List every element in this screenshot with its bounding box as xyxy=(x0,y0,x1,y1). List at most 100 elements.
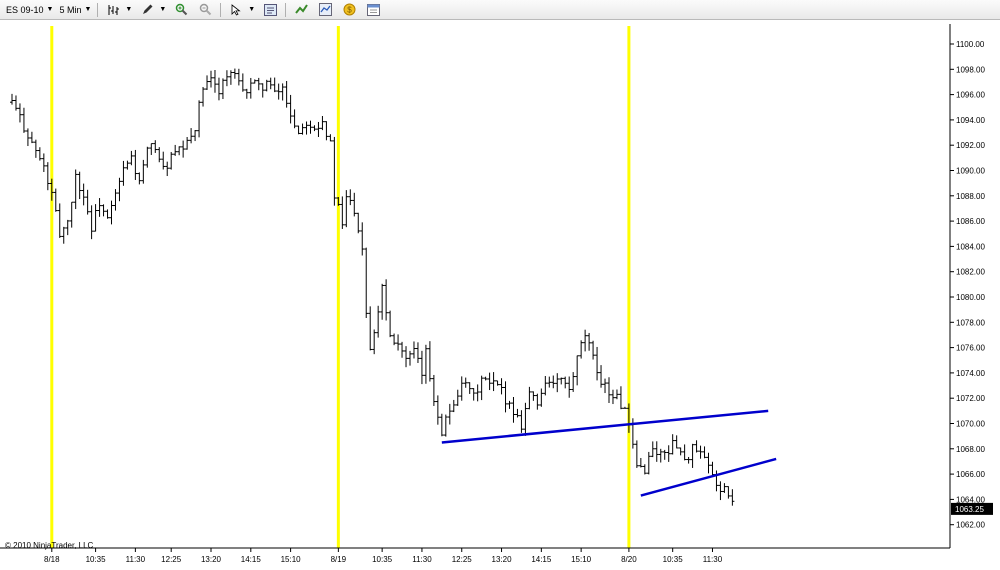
interval-label: 5 Min xyxy=(59,4,82,15)
ohlc-bar xyxy=(360,222,365,256)
ohlc-bar xyxy=(634,440,639,468)
ohlc-bar xyxy=(308,120,313,134)
zoom-out-icon xyxy=(198,3,212,17)
ohlc-bar xyxy=(710,461,715,476)
ohlc-bar xyxy=(408,350,412,366)
ohlc-bar xyxy=(121,160,126,186)
toolbar-divider xyxy=(97,2,99,17)
ohlc-bar xyxy=(419,350,424,385)
zoom-out-button[interactable] xyxy=(193,2,217,18)
price-tick-label: 1084.00 xyxy=(956,242,985,251)
ohlc-bar xyxy=(268,77,273,90)
ohlc-bar xyxy=(694,440,699,453)
pointer-icon xyxy=(229,3,243,17)
time-tick-label: 14:15 xyxy=(531,555,552,564)
ohlc-bar xyxy=(189,128,194,144)
properties-button[interactable] xyxy=(258,2,282,18)
ohlc-bar xyxy=(85,189,90,215)
ohlc-bar xyxy=(427,341,432,382)
instrument-label: ES 09-10 xyxy=(6,4,44,15)
ohlc-bar xyxy=(384,279,389,321)
ohlc-bar xyxy=(642,464,647,475)
bar-style-button[interactable]: ▼ xyxy=(101,2,135,18)
chart-toolbar: ES 09-10 ▼ 5 Min ▼ ▼ ▼ ▼ $ xyxy=(0,0,1000,20)
ohlc-bar xyxy=(610,389,615,405)
ohlc-bar xyxy=(348,189,353,206)
ohlc-bar xyxy=(583,329,588,352)
ohlc-bar xyxy=(503,381,508,413)
zoom-in-icon xyxy=(174,3,188,17)
ohlc-bar xyxy=(149,143,154,155)
chart-trader-icon xyxy=(366,3,380,17)
time-tick-label: 12:25 xyxy=(161,555,182,564)
zoom-in-button[interactable] xyxy=(169,2,193,18)
time-tick-label: 13:20 xyxy=(492,555,513,564)
ohlc-bar xyxy=(730,489,735,506)
ohlc-bar xyxy=(563,376,568,389)
ohlc-bar xyxy=(658,448,663,463)
price-tick-label: 1062.00 xyxy=(956,521,985,530)
ohlc-bar xyxy=(169,151,174,170)
chart-trader-button[interactable] xyxy=(361,2,385,18)
time-tick-label: 8/19 xyxy=(331,555,347,564)
ohlc-bar xyxy=(463,377,468,388)
ohlc-bar xyxy=(209,70,213,88)
ohlc-bar xyxy=(300,123,305,135)
price-tick-label: 1070.00 xyxy=(956,420,985,429)
ohlc-bar xyxy=(332,136,337,206)
ohlc-bar xyxy=(666,445,671,462)
ohlc-bar xyxy=(157,147,162,163)
chevron-down-icon: ▼ xyxy=(46,6,54,13)
ohlc-bar xyxy=(674,435,679,449)
data-button[interactable]: $ xyxy=(337,2,361,18)
ohlc-bar xyxy=(276,83,281,100)
ohlc-bar xyxy=(93,204,98,232)
ohlc-bar xyxy=(356,212,361,234)
svg-text:$: $ xyxy=(347,6,352,15)
time-tick-label: 10:35 xyxy=(663,555,684,564)
ohlc-bar xyxy=(599,365,604,388)
copyright-note: © 2010 NinjaTrader, LLC xyxy=(5,541,94,550)
interval-selector[interactable]: 5 Min ▼ xyxy=(56,2,94,18)
ohlc-bar xyxy=(650,441,655,458)
ohlc-bar xyxy=(547,376,552,388)
ohlc-bar xyxy=(654,441,659,462)
ohlc-bar xyxy=(483,376,488,381)
ohlc-bar xyxy=(272,77,277,93)
ohlc-bar xyxy=(495,380,500,386)
ohlc-bar xyxy=(260,83,265,98)
price-chart[interactable]: 1100.00 1098.00 1096.00 1094.00 1092.00 1090.… xyxy=(0,20,1000,570)
ohlc-bar xyxy=(364,247,369,318)
ohlc-bar xyxy=(443,414,448,437)
ohlc-bar xyxy=(368,306,373,351)
trendline[interactable] xyxy=(441,409,769,444)
ohlc-bar xyxy=(145,146,150,168)
ohlc-bar xyxy=(232,68,237,79)
ohlc-bar xyxy=(646,451,651,475)
data-icon: $ xyxy=(342,3,356,17)
ohlc-bar xyxy=(193,130,198,142)
time-tick-label: 8/18 xyxy=(44,555,60,564)
price-tick-label: 1096.00 xyxy=(956,91,985,100)
ohlc-bar xyxy=(185,137,190,150)
drawing-tools-button[interactable]: ▼ xyxy=(135,2,169,18)
pointer-button[interactable]: ▼ xyxy=(224,2,258,18)
ohlc-bar xyxy=(133,149,138,180)
ohlc-bar xyxy=(41,153,46,173)
strategies-button[interactable] xyxy=(313,2,337,18)
time-axis: 8/18 10:35 11:30 12:25 13:20 14:15 15:10 8/19 10… xyxy=(44,548,723,564)
ohlc-bar xyxy=(431,374,436,406)
trendlines[interactable] xyxy=(441,409,777,497)
ohlc-bar xyxy=(328,134,333,142)
ohlc-bar xyxy=(13,95,18,111)
ohlc-bar xyxy=(479,375,484,401)
ohlc-bar xyxy=(101,204,106,217)
indicators-button[interactable] xyxy=(289,2,313,18)
instrument-selector[interactable]: ES 09-10 ▼ xyxy=(3,2,56,18)
ohlc-bar xyxy=(702,446,707,459)
ohlc-bar xyxy=(77,171,82,200)
ohlc-bar xyxy=(726,486,731,499)
ohlc-bar xyxy=(53,188,58,212)
ohlc-bar xyxy=(415,342,420,364)
price-tick-label: 1094.00 xyxy=(956,116,985,125)
